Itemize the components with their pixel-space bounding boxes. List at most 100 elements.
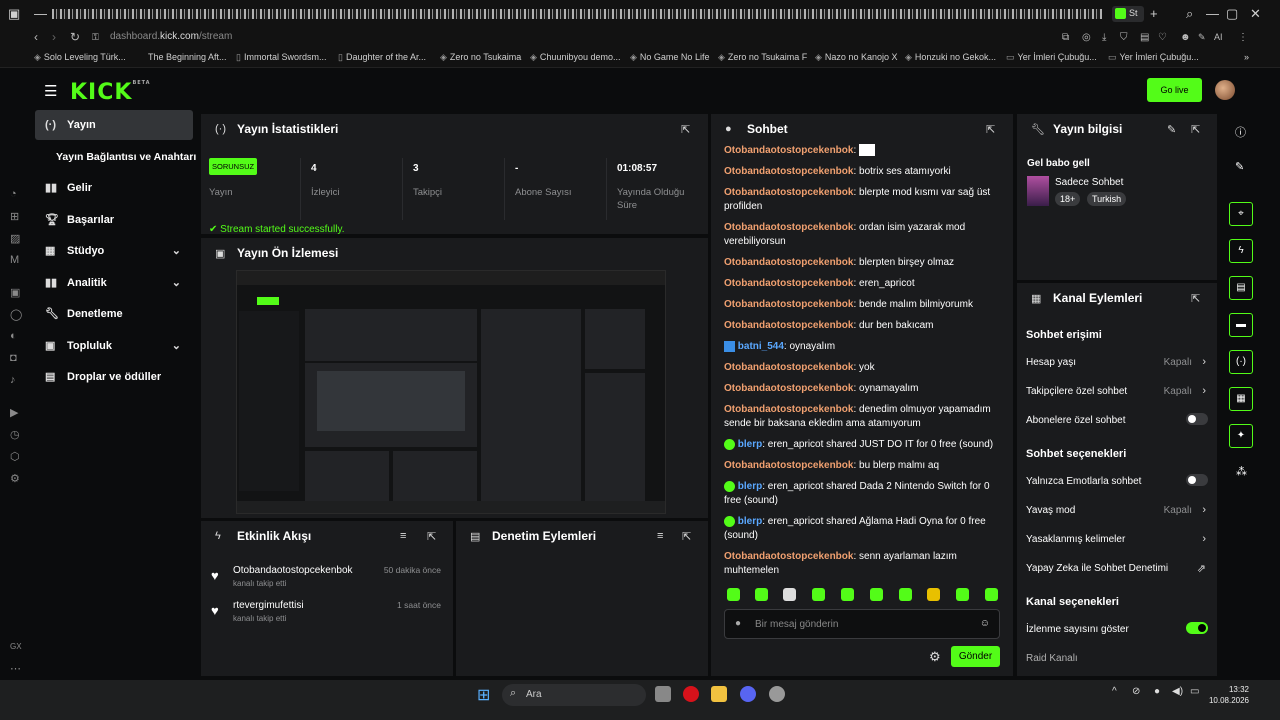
layout-tool-button[interactable]: ⌖ [1229,202,1253,226]
file-explorer-icon[interactable] [711,686,727,702]
volume-icon[interactable]: ◀) [1172,686,1183,697]
player-icon[interactable]: ▶ [10,406,18,419]
extension-icon[interactable]: ⧉ [1062,32,1069,43]
filter-icon[interactable]: ≡ [657,530,663,542]
account-age-row[interactable]: Hesap yaşı Kapalı › [1026,356,1208,368]
reload-icon[interactable]: ↻ [70,30,80,44]
discord-icon[interactable] [740,686,756,702]
close-icon[interactable]: ✕ [1250,6,1261,22]
clock-icon[interactable]: ◷ [10,428,20,441]
discord-icon[interactable]: ◐ [10,330,17,342]
twitch-icon[interactable]: ▣ [10,286,20,299]
tiktok-icon[interactable]: ♪ [10,374,16,386]
clock[interactable]: 13:32 10.08.2026 [1205,684,1249,706]
chat-tool-button[interactable]: ▬ [1229,313,1253,337]
popout-icon[interactable]: ⇱ [1191,292,1200,305]
emote-icon[interactable] [841,588,854,601]
chevron-up-icon[interactable]: ^ [1112,686,1117,697]
bookmark-item[interactable]: ▯ Daughter of the Ar... [338,52,426,63]
wallet-icon[interactable]: ▤ [1140,32,1149,43]
show-viewers-toggle[interactable] [1186,622,1208,634]
m-icon[interactable]: M [10,254,19,266]
minimize-icon[interactable]: — [1206,6,1219,21]
send-button[interactable]: Gönder [951,646,1000,667]
bookmark-item[interactable]: ▯ Immortal Swordsm... [236,52,326,63]
popout-icon[interactable]: ⇱ [682,530,691,543]
followers-only-row[interactable]: Takipçilere özel sohbet Kapalı › [1026,385,1208,397]
stream-preview-video[interactable] [236,270,666,514]
popout-icon[interactable]: ⇱ [427,530,436,543]
emotes-only-toggle[interactable] [1186,474,1208,486]
sidebar-item-droplar[interactable]: ▤ Droplar ve ödüller [35,362,193,392]
history-icon[interactable]: ◔ [10,188,17,200]
app-icon[interactable] [769,686,785,702]
more-icon[interactable]: ⋯ [10,662,21,675]
go-live-button[interactable]: Go live [1147,78,1202,102]
bookmark-item[interactable]: ◈ Honzuki no Gekok... [905,52,996,63]
start-icon[interactable]: ⊞ [477,685,490,705]
tab-search-icon[interactable]: — [34,6,47,21]
search-icon[interactable]: ⌕ [1186,6,1193,22]
emote-icon[interactable] [927,588,940,601]
popout-icon[interactable]: ⇱ [681,123,690,136]
site-info-icon[interactable]: ⚿ [92,32,99,43]
bookmark-item[interactable]: ▭ Yer İmleri Çubuğu... [1108,52,1199,63]
sidebar-item-topluluk[interactable]: ▣ Topluluk ⌄ [35,331,193,361]
emote-icon[interactable] [956,588,969,601]
browser-menu-icon[interactable]: ▣ [8,6,20,22]
bookmark-item[interactable]: ◈ No Game No Life [630,52,709,63]
hamburger-menu-icon[interactable]: ☰ [44,82,57,100]
active-tab[interactable]: St [1112,6,1144,22]
bookmark-item[interactable]: ◈ Solo Leveling Türk... [34,52,126,63]
whatsapp-icon[interactable]: ◯ [10,308,22,321]
bookmark-item[interactable]: ▭ Yer İmleri Çubuğu... [1006,52,1097,63]
ai-moderation-row[interactable]: Yapay Zeka ile Sohbet Denetimi ⇗ [1026,563,1208,575]
instagram-icon[interactable]: ◘ [10,352,17,364]
document-tool-button[interactable]: ▤ [1229,276,1253,300]
emote-icon[interactable] [812,588,825,601]
bag-icon[interactable]: ⊞ [10,210,19,223]
bookmarks-overflow-icon[interactable]: » [1244,52,1249,62]
emote-icon[interactable] [783,588,796,601]
settings-icon[interactable]: ⚙ [10,472,20,485]
download-icon[interactable]: ⤓ [1102,32,1106,43]
bookmark-item[interactable]: The Beginning Aft... [148,52,227,62]
bookmark-item[interactable]: ◈ Zero no Tsukaima [440,52,521,63]
maximize-icon[interactable]: ▢ [1226,6,1238,22]
sidebar-item-yayin[interactable]: (·) Yayın [35,110,193,140]
avatar[interactable] [1215,80,1235,100]
emote-icon[interactable] [727,588,740,601]
subs-only-toggle[interactable] [1186,413,1208,425]
chat-input[interactable]: ● Bir mesaj gönderin ☺ [724,609,1000,639]
channel-tool-button[interactable]: ▦ [1229,387,1253,411]
filter-icon[interactable]: ≡ [400,530,406,542]
heart-icon[interactable]: ♡ [1158,32,1167,43]
popout-icon[interactable]: ⇱ [1191,123,1200,136]
taskbar-search[interactable]: ⌕ Ara [502,684,646,706]
emote-icon[interactable] [870,588,883,601]
media-icon[interactable]: ▨ [10,232,20,245]
emote-icon[interactable] [755,588,768,601]
category-thumbnail[interactable] [1027,176,1049,206]
bookmark-item[interactable]: ◈ Nazo no Kanojo X [815,52,897,63]
slow-mode-row[interactable]: Yavaş mod Kapalı › [1026,504,1208,516]
banned-words-row[interactable]: Yasaklanmış kelimeler › [1026,533,1208,545]
sidebar-item-gelir[interactable]: ▮▮ Gelir [35,173,193,203]
battery-icon[interactable]: ▭ [1190,686,1199,697]
bookmark-item[interactable]: ◈ Chuunibyou demo... [530,52,620,63]
info-icon[interactable]: ⓘ [1235,124,1246,140]
back-icon[interactable]: ‹ [34,30,38,44]
task-view-icon[interactable] [655,686,671,702]
sidebar-item-studyo[interactable]: ▦ Stüdyo ⌄ [35,236,193,266]
network-icon[interactable]: ⊘ [1132,686,1140,697]
emote-icon[interactable] [899,588,912,601]
sidebar-item-analitik[interactable]: ▮▮ Analitik ⌄ [35,268,193,298]
emote-icon[interactable] [985,588,998,601]
profile-icon[interactable]: ☻ [1180,32,1191,43]
broadcast-tool-button[interactable]: (·) [1229,350,1253,374]
forward-icon[interactable]: › [52,30,56,44]
edit-icon[interactable]: ✎ [1235,160,1244,173]
more-icon[interactable]: ⋮ [1238,32,1248,43]
new-tab-icon[interactable]: + [1150,6,1158,21]
sidebar-item-stream-key[interactable]: Yayın Bağlantısı ve Anahtarı [35,142,201,172]
